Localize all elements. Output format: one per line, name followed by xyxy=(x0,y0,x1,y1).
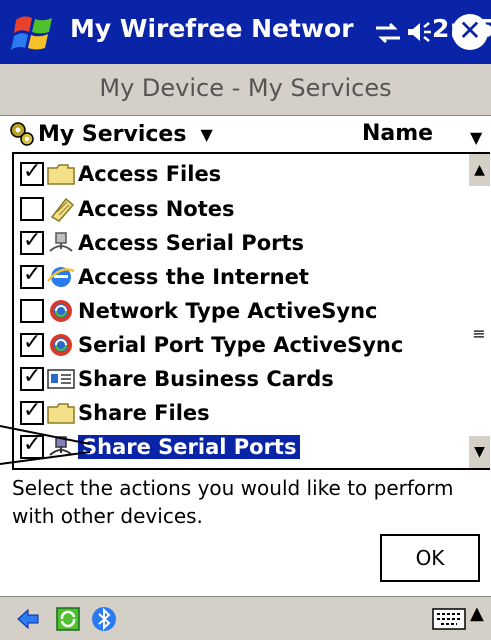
scroll-down-arrow-icon[interactable]: ▼ xyxy=(468,436,490,468)
keyboard-icon[interactable] xyxy=(432,607,466,631)
business-card-icon xyxy=(47,368,75,389)
back-arrow-icon[interactable] xyxy=(14,605,42,633)
gears-icon xyxy=(10,122,34,146)
list-item-label: Access the Internet xyxy=(78,264,309,289)
checkbox[interactable]: ✓ xyxy=(20,364,44,391)
list-scrollbar[interactable]: ▲ ≡ ▼ xyxy=(468,152,490,470)
list-item-label: Serial Port Type ActiveSync xyxy=(78,332,404,357)
checkbox[interactable]: ✓ xyxy=(20,159,44,186)
list-item[interactable]: Access Notes xyxy=(14,192,470,225)
windows-start-icon[interactable] xyxy=(10,10,60,56)
app-title: My Wirefree Networ xyxy=(70,14,354,43)
refresh-icon[interactable] xyxy=(54,605,82,633)
checkbox[interactable]: ✓ xyxy=(20,262,44,289)
input-panel-up-arrow-icon[interactable]: ▲ xyxy=(470,603,484,624)
list-item-label: Access Notes xyxy=(78,196,235,221)
notes-icon xyxy=(50,197,75,222)
checkbox[interactable] xyxy=(20,298,44,323)
services-dropdown-label: My Services xyxy=(38,121,187,147)
serial-port-icon xyxy=(49,231,73,252)
list-item[interactable]: ✓ Serial Port Type ActiveSync xyxy=(14,328,470,361)
list-header: My Services ▼ Name ▼ xyxy=(0,116,491,152)
list-item[interactable]: ✓ Access Files xyxy=(14,157,470,190)
folder-icon xyxy=(47,163,75,185)
scroll-thumb[interactable]: ≡ xyxy=(470,320,488,348)
list-item[interactable]: ✓ Access the Internet xyxy=(14,260,470,293)
title-bar: My Wirefree Networ 2:25 ✕ xyxy=(0,0,491,64)
list-item-label-selected: Share Serial Ports xyxy=(78,434,301,459)
bluetooth-icon[interactable] xyxy=(90,605,118,633)
sort-by-name-column[interactable]: Name xyxy=(362,118,433,150)
checkbox[interactable]: ✓ xyxy=(20,228,44,255)
callout-lines xyxy=(0,425,91,465)
list-item-label: Share Business Cards xyxy=(78,366,334,391)
connectivity-icon[interactable] xyxy=(372,18,404,48)
instructions-text: Select the actions you would like to per… xyxy=(12,476,454,528)
list-item-label: Access Serial Ports xyxy=(78,230,305,255)
ok-button[interactable]: OK xyxy=(380,534,480,582)
chevron-down-icon: ▼ xyxy=(200,124,213,144)
list-item[interactable]: Network Type ActiveSync xyxy=(14,294,470,327)
taskbar: ▲ xyxy=(0,596,491,640)
checkbox[interactable]: ✓ xyxy=(20,330,44,357)
services-dropdown[interactable]: My Services ▼ xyxy=(8,118,213,150)
scroll-up-arrow-icon[interactable]: ▲ xyxy=(468,154,490,186)
close-button[interactable]: ✕ xyxy=(452,14,488,50)
activesync-icon xyxy=(50,299,72,322)
list-item-label: Network Type ActiveSync xyxy=(78,298,378,323)
sort-chevron-down-icon[interactable]: ▼ xyxy=(470,128,482,147)
internet-explorer-icon xyxy=(47,266,75,287)
list-item-label: Access Files xyxy=(78,161,222,186)
list-item[interactable]: ✓ Share Business Cards xyxy=(14,362,470,395)
activesync-icon xyxy=(50,333,72,356)
checkbox[interactable] xyxy=(20,196,44,221)
list-item[interactable]: ✓ Access Serial Ports xyxy=(14,226,470,259)
page-subtitle: My Device - My Services xyxy=(0,64,491,116)
